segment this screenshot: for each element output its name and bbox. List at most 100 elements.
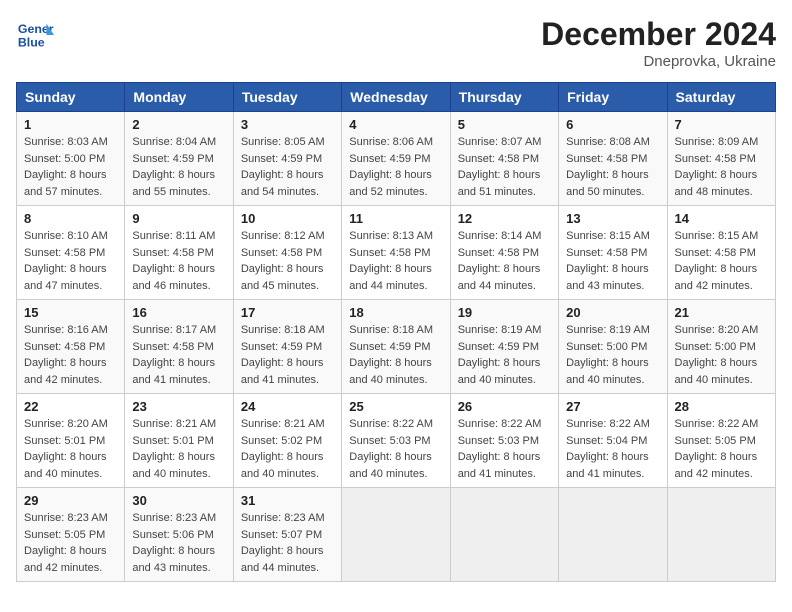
calendar-day-cell: 29 Sunrise: 8:23 AM Sunset: 5:05 PM Dayli… xyxy=(17,488,125,582)
calendar-day-cell: 9 Sunrise: 8:11 AM Sunset: 4:58 PM Daylig… xyxy=(125,206,233,300)
day-number: 18 xyxy=(349,305,442,320)
day-number: 21 xyxy=(675,305,768,320)
calendar-week-row: 15 Sunrise: 8:16 AM Sunset: 4:58 PM Dayli… xyxy=(17,300,776,394)
weekday-header: Thursday xyxy=(450,83,558,112)
title-block: December 2024 Dneprovka, Ukraine xyxy=(541,16,776,70)
day-number: 23 xyxy=(132,399,225,414)
day-info: Sunrise: 8:03 AM Sunset: 5:00 PM Dayligh… xyxy=(24,134,117,200)
calendar-day-cell: 14 Sunrise: 8:15 AM Sunset: 4:58 PM Dayli… xyxy=(667,206,775,300)
day-info: Sunrise: 8:22 AM Sunset: 5:04 PM Dayligh… xyxy=(566,416,659,482)
calendar-body: 1Sunrise: 8:03 AM Sunset: 5:00 PM Daylig… xyxy=(17,112,776,582)
day-info: Sunrise: 8:19 AM Sunset: 4:59 PM Dayligh… xyxy=(458,322,551,388)
day-info: Sunrise: 8:22 AM Sunset: 5:05 PM Dayligh… xyxy=(675,416,768,482)
day-number: 2 xyxy=(132,117,225,132)
weekday-header: Wednesday xyxy=(342,83,450,112)
calendar-day-cell: 24Sunrise: 8:21 AM Sunset: 5:02 PM Dayli… xyxy=(233,394,341,488)
day-info: Sunrise: 8:16 AM Sunset: 4:58 PM Dayligh… xyxy=(24,322,117,388)
svg-text:Blue: Blue xyxy=(18,35,45,49)
calendar-day-cell xyxy=(450,488,558,582)
day-info: Sunrise: 8:21 AM Sunset: 5:01 PM Dayligh… xyxy=(132,416,225,482)
day-number: 14 xyxy=(675,211,768,226)
day-info: Sunrise: 8:20 AM Sunset: 5:01 PM Dayligh… xyxy=(24,416,117,482)
day-number: 29 xyxy=(24,493,117,508)
day-number: 17 xyxy=(241,305,334,320)
day-number: 6 xyxy=(566,117,659,132)
day-info: Sunrise: 8:06 AM Sunset: 4:59 PM Dayligh… xyxy=(349,134,442,200)
day-info: Sunrise: 8:18 AM Sunset: 4:59 PM Dayligh… xyxy=(349,322,442,388)
calendar-day-cell: 20 Sunrise: 8:19 AM Sunset: 5:00 PM Dayli… xyxy=(559,300,667,394)
day-number: 4 xyxy=(349,117,442,132)
calendar-header-row: SundayMondayTuesdayWednesdayThursdayFrid… xyxy=(17,83,776,112)
calendar-day-cell: 28 Sunrise: 8:22 AM Sunset: 5:05 PM Dayli… xyxy=(667,394,775,488)
calendar-day-cell: 22 Sunrise: 8:20 AM Sunset: 5:01 PM Dayli… xyxy=(17,394,125,488)
day-number: 22 xyxy=(24,399,117,414)
calendar-day-cell: 8 Sunrise: 8:10 AM Sunset: 4:58 PM Daylig… xyxy=(17,206,125,300)
day-info: Sunrise: 8:22 AM Sunset: 5:03 PM Dayligh… xyxy=(349,416,442,482)
day-number: 20 xyxy=(566,305,659,320)
day-info: Sunrise: 8:23 AM Sunset: 5:05 PM Dayligh… xyxy=(24,510,117,576)
day-number: 10 xyxy=(241,211,334,226)
day-info: Sunrise: 8:15 AM Sunset: 4:58 PM Dayligh… xyxy=(566,228,659,294)
day-number: 30 xyxy=(132,493,225,508)
weekday-header: Saturday xyxy=(667,83,775,112)
calendar-day-cell: 23 Sunrise: 8:21 AM Sunset: 5:01 PM Dayli… xyxy=(125,394,233,488)
calendar-day-cell: 5 Sunrise: 8:07 AM Sunset: 4:58 PM Daylig… xyxy=(450,112,558,206)
day-number: 9 xyxy=(132,211,225,226)
calendar-week-row: 8 Sunrise: 8:10 AM Sunset: 4:58 PM Daylig… xyxy=(17,206,776,300)
calendar-day-cell: 31 Sunrise: 8:23 AM Sunset: 5:07 PM Dayli… xyxy=(233,488,341,582)
calendar-day-cell: 6 Sunrise: 8:08 AM Sunset: 4:58 PM Daylig… xyxy=(559,112,667,206)
day-number: 27 xyxy=(566,399,659,414)
day-info: Sunrise: 8:13 AM Sunset: 4:58 PM Dayligh… xyxy=(349,228,442,294)
day-info: Sunrise: 8:23 AM Sunset: 5:06 PM Dayligh… xyxy=(132,510,225,576)
day-info: Sunrise: 8:18 AM Sunset: 4:59 PM Dayligh… xyxy=(241,322,334,388)
day-info: Sunrise: 8:15 AM Sunset: 4:58 PM Dayligh… xyxy=(675,228,768,294)
calendar-day-cell xyxy=(342,488,450,582)
calendar-day-cell: 7 Sunrise: 8:09 AM Sunset: 4:58 PM Daylig… xyxy=(667,112,775,206)
day-info: Sunrise: 8:23 AM Sunset: 5:07 PM Dayligh… xyxy=(241,510,334,576)
day-number: 7 xyxy=(675,117,768,132)
day-info: Sunrise: 8:12 AM Sunset: 4:58 PM Dayligh… xyxy=(241,228,334,294)
day-number: 8 xyxy=(24,211,117,226)
day-number: 24 xyxy=(241,399,334,414)
calendar-day-cell: 11 Sunrise: 8:13 AM Sunset: 4:58 PM Dayli… xyxy=(342,206,450,300)
day-info: Sunrise: 8:10 AM Sunset: 4:58 PM Dayligh… xyxy=(24,228,117,294)
calendar-day-cell: 2Sunrise: 8:04 AM Sunset: 4:59 PM Daylig… xyxy=(125,112,233,206)
day-info: Sunrise: 8:08 AM Sunset: 4:58 PM Dayligh… xyxy=(566,134,659,200)
day-number: 11 xyxy=(349,211,442,226)
day-info: Sunrise: 8:19 AM Sunset: 5:00 PM Dayligh… xyxy=(566,322,659,388)
calendar-day-cell: 21 Sunrise: 8:20 AM Sunset: 5:00 PM Dayli… xyxy=(667,300,775,394)
day-info: Sunrise: 8:14 AM Sunset: 4:58 PM Dayligh… xyxy=(458,228,551,294)
day-number: 15 xyxy=(24,305,117,320)
calendar-day-cell: 15 Sunrise: 8:16 AM Sunset: 4:58 PM Dayli… xyxy=(17,300,125,394)
calendar-table: SundayMondayTuesdayWednesdayThursdayFrid… xyxy=(16,82,776,582)
day-info: Sunrise: 8:07 AM Sunset: 4:58 PM Dayligh… xyxy=(458,134,551,200)
weekday-header: Monday xyxy=(125,83,233,112)
day-info: Sunrise: 8:20 AM Sunset: 5:00 PM Dayligh… xyxy=(675,322,768,388)
day-info: Sunrise: 8:22 AM Sunset: 5:03 PM Dayligh… xyxy=(458,416,551,482)
day-number: 25 xyxy=(349,399,442,414)
day-number: 5 xyxy=(458,117,551,132)
day-info: Sunrise: 8:09 AM Sunset: 4:58 PM Dayligh… xyxy=(675,134,768,200)
calendar-week-row: 22 Sunrise: 8:20 AM Sunset: 5:01 PM Dayli… xyxy=(17,394,776,488)
calendar-day-cell: 4 Sunrise: 8:06 AM Sunset: 4:59 PM Daylig… xyxy=(342,112,450,206)
day-info: Sunrise: 8:05 AM Sunset: 4:59 PM Dayligh… xyxy=(241,134,334,200)
logo: General Blue xyxy=(16,16,58,54)
calendar-week-row: 29 Sunrise: 8:23 AM Sunset: 5:05 PM Dayli… xyxy=(17,488,776,582)
day-number: 13 xyxy=(566,211,659,226)
calendar-day-cell: 12Sunrise: 8:14 AM Sunset: 4:58 PM Dayli… xyxy=(450,206,558,300)
day-number: 31 xyxy=(241,493,334,508)
calendar-day-cell: 17 Sunrise: 8:18 AM Sunset: 4:59 PM Dayli… xyxy=(233,300,341,394)
weekday-header: Friday xyxy=(559,83,667,112)
day-number: 3 xyxy=(241,117,334,132)
weekday-header: Sunday xyxy=(17,83,125,112)
day-info: Sunrise: 8:17 AM Sunset: 4:58 PM Dayligh… xyxy=(132,322,225,388)
calendar-day-cell: 27 Sunrise: 8:22 AM Sunset: 5:04 PM Dayli… xyxy=(559,394,667,488)
calendar-day-cell: 26Sunrise: 8:22 AM Sunset: 5:03 PM Dayli… xyxy=(450,394,558,488)
day-number: 16 xyxy=(132,305,225,320)
day-number: 28 xyxy=(675,399,768,414)
calendar-day-cell: 1Sunrise: 8:03 AM Sunset: 5:00 PM Daylig… xyxy=(17,112,125,206)
day-info: Sunrise: 8:11 AM Sunset: 4:58 PM Dayligh… xyxy=(132,228,225,294)
page-header: General Blue December 2024 Dneprovka, Uk… xyxy=(16,16,776,70)
calendar-day-cell: 16 Sunrise: 8:17 AM Sunset: 4:58 PM Dayli… xyxy=(125,300,233,394)
calendar-day-cell: 10 Sunrise: 8:12 AM Sunset: 4:58 PM Dayli… xyxy=(233,206,341,300)
